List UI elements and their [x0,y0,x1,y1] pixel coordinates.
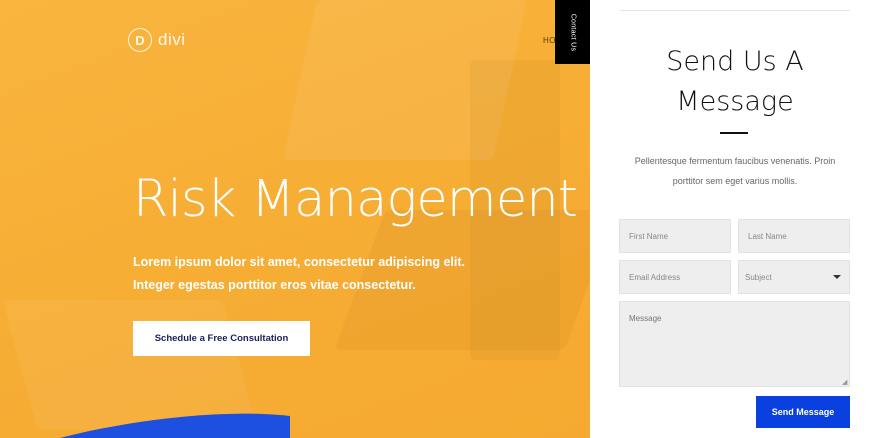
hero-title: Risk Management [133,170,578,229]
hero-subtitle-line: Integer egestas porttitor eros vitae con… [133,278,416,292]
resize-grip-icon[interactable]: ◢ [842,379,847,386]
contact-form-description: Pellentesque fermentum faucibus venenati… [615,151,855,191]
hero-subtitle-line: Lorem ipsum dolor sit amet, consectetur … [133,255,466,269]
message-field[interactable] [619,301,850,387]
logo-mark-icon: D [128,28,152,52]
contact-form-title: Send Us A Message [590,42,880,122]
contact-panel: Send Us A Message Pellentesque fermentum… [590,0,880,438]
schedule-consultation-button[interactable]: Schedule a Free Consultation [133,321,310,356]
hero-section: D divi HO Risk Management Lorem ipsum do… [0,0,590,438]
email-field[interactable] [619,260,731,294]
title-divider [720,132,748,134]
contact-us-tab[interactable]: Contact Us [555,0,590,64]
contact-form-title-line: Send Us A [666,46,804,77]
contact-form-description-line: Pellentesque fermentum faucibus venenati… [634,156,836,166]
contact-form-description-line: porttitor sem eget varius mollis. [672,176,798,186]
hero-subtitle: Lorem ipsum dolor sit amet, consectetur … [133,251,473,297]
decorative-wave [60,413,290,438]
subject-select[interactable]: Subject [738,260,850,294]
divider [620,10,850,11]
contact-form-title-line: Message [676,86,794,117]
contact-us-tab-label: Contact Us [569,13,576,51]
first-name-field[interactable] [619,219,731,253]
chevron-down-icon [833,275,841,279]
logo-text: divi [158,30,186,49]
subject-select-value: Subject [745,272,772,282]
last-name-field[interactable] [738,219,850,253]
send-message-button[interactable]: Send Message [756,396,850,428]
site-logo[interactable]: D divi [128,28,186,52]
